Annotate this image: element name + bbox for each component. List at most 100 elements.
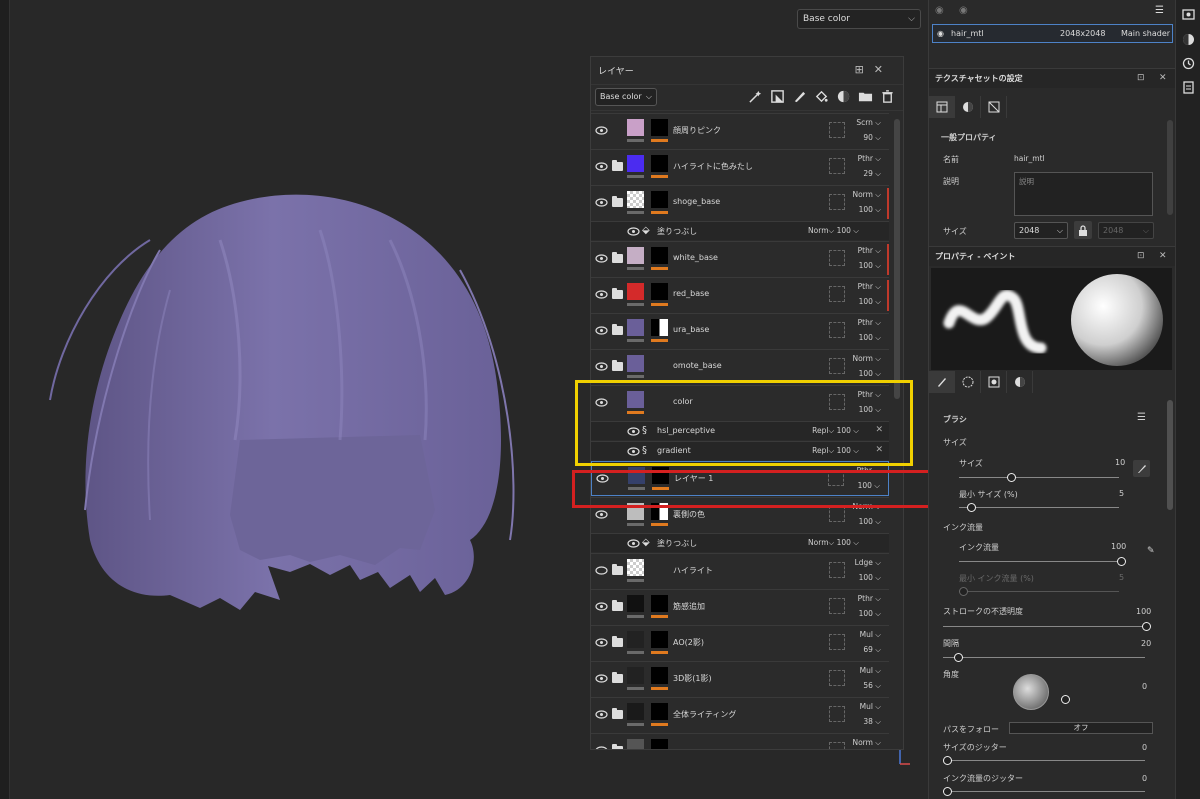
folder-icon[interactable] bbox=[612, 252, 623, 263]
dock-icon[interactable]: ⊡ bbox=[1137, 247, 1145, 266]
tab-material[interactable] bbox=[955, 96, 981, 118]
layer-row[interactable]: 顔周りピンク 90 ⌵ Scrn ⌵ bbox=[591, 113, 889, 148]
size-jitter-knob[interactable] bbox=[943, 756, 952, 765]
layer-row[interactable]: 全体ライティング 38 ⌵ Mul ⌵ bbox=[591, 697, 889, 732]
folder-icon[interactable] bbox=[612, 564, 623, 575]
opacity-value[interactable]: 69 ⌵ bbox=[849, 645, 881, 655]
remove-effect-icon[interactable]: ✕ bbox=[875, 425, 883, 435]
layer-row[interactable]: ハイライト 100 ⌵ Ldge ⌵ bbox=[591, 553, 889, 588]
eye-icon[interactable] bbox=[595, 196, 608, 209]
add-effect-button[interactable] bbox=[746, 87, 765, 106]
eye-icon[interactable] bbox=[595, 744, 608, 750]
tab-stencil[interactable] bbox=[981, 371, 1007, 393]
layer-row[interactable]: white_base 100 ⌵ Pthr ⌵ bbox=[591, 241, 889, 276]
layer-row[interactable]: color 100 ⌵ Pthr ⌵ bbox=[591, 385, 889, 420]
opacity-box[interactable] bbox=[829, 742, 845, 749]
flow-slider[interactable] bbox=[959, 561, 1121, 562]
dock-icon[interactable]: ⊡ bbox=[1137, 69, 1145, 88]
opacity-value[interactable]: 100 ⌵ bbox=[849, 369, 881, 379]
blend-mode[interactable]: Pthr ⌵ bbox=[849, 282, 881, 292]
brush-size-knob[interactable] bbox=[1007, 473, 1016, 482]
flow-jitter-knob[interactable] bbox=[943, 787, 952, 796]
eye-icon[interactable] bbox=[595, 160, 608, 173]
blend-mode[interactable]: Ldge ⌵ bbox=[849, 558, 881, 568]
dock-icon[interactable]: ⊞ bbox=[855, 63, 874, 76]
opacity-value[interactable]: 100 ⌵ bbox=[849, 573, 881, 583]
opacity-box[interactable] bbox=[829, 358, 845, 374]
folder-icon[interactable] bbox=[612, 672, 623, 683]
add-fill-layer-button[interactable] bbox=[812, 87, 831, 106]
eye-icon[interactable] bbox=[595, 124, 608, 137]
list-menu-icon[interactable]: ☰ bbox=[1137, 412, 1146, 423]
eye-icon[interactable] bbox=[595, 672, 608, 685]
folder-icon[interactable] bbox=[612, 600, 623, 611]
opacity-box[interactable] bbox=[829, 122, 845, 138]
layers-scrollbar[interactable] bbox=[894, 119, 900, 399]
hair-model[interactable] bbox=[40, 180, 540, 630]
opacity-value[interactable]: 100 ⌵ bbox=[849, 297, 881, 307]
layer-mask-thumbnail[interactable] bbox=[651, 155, 668, 172]
opacity-box[interactable] bbox=[829, 506, 845, 522]
layer-row[interactable]: ⌵Norm ⌵ bbox=[591, 733, 889, 750]
layer-mask-thumbnail[interactable] bbox=[652, 467, 669, 484]
blend-mode[interactable]: Repl⌵ 100 ⌵ bbox=[812, 446, 859, 456]
opacity-box[interactable] bbox=[829, 394, 845, 410]
opacity-box[interactable] bbox=[828, 470, 844, 486]
opacity-box[interactable] bbox=[829, 286, 845, 302]
spacing-knob[interactable] bbox=[954, 653, 963, 662]
blend-mode[interactable]: Mul ⌵ bbox=[849, 630, 881, 640]
log-icon[interactable] bbox=[1182, 81, 1195, 94]
textureset-item[interactable]: ◉ hair_mtl 2048x2048 Main shader bbox=[932, 24, 1173, 43]
opacity-value[interactable]: 100 ⌵ bbox=[849, 405, 881, 415]
lock-button[interactable] bbox=[1074, 221, 1092, 239]
opacity-value[interactable]: 56 ⌵ bbox=[849, 681, 881, 691]
close-icon[interactable]: ✕ bbox=[874, 63, 893, 76]
layer-effect-row[interactable]: § ✕ gradient Repl⌵ 100 ⌵ bbox=[591, 441, 889, 460]
eye-icon[interactable] bbox=[595, 708, 608, 721]
opacity-value[interactable]: 38 ⌵ bbox=[849, 717, 881, 727]
layer-row[interactable]: red_base 100 ⌵ Pthr ⌵ bbox=[591, 277, 889, 312]
opacity-box[interactable] bbox=[829, 706, 845, 722]
follow-path-select[interactable]: オフ bbox=[1009, 722, 1153, 734]
min-size-knob[interactable] bbox=[967, 503, 976, 512]
folder-open-icon[interactable] bbox=[612, 360, 623, 371]
blend-mode[interactable]: Scrn ⌵ bbox=[849, 118, 881, 128]
eye-icon[interactable] bbox=[595, 600, 608, 613]
layer-mask-thumbnail[interactable] bbox=[651, 283, 668, 300]
blend-mode[interactable]: Norm ⌵ bbox=[849, 738, 881, 748]
flow-knob[interactable] bbox=[1117, 557, 1126, 566]
viewport-channel-select[interactable]: Base color ⌵ bbox=[797, 9, 921, 29]
remove-effect-icon[interactable]: ✕ bbox=[875, 445, 883, 455]
opacity-box[interactable] bbox=[829, 194, 845, 210]
tab-brush[interactable] bbox=[929, 371, 955, 393]
opacity-value[interactable]: 100 ⌵ bbox=[849, 517, 881, 527]
opacity-box[interactable] bbox=[829, 598, 845, 614]
description-field[interactable]: 説明 bbox=[1014, 172, 1153, 216]
display-settings-icon[interactable] bbox=[1182, 33, 1195, 46]
eye-icon[interactable]: ◉ bbox=[935, 5, 944, 16]
folder-icon[interactable] bbox=[612, 744, 623, 749]
folder-icon[interactable] bbox=[612, 160, 623, 171]
stroke-opacity-slider[interactable] bbox=[943, 626, 1145, 627]
opacity-box[interactable] bbox=[829, 634, 845, 650]
opacity-value[interactable]: 100 bbox=[837, 446, 851, 455]
settings-scrollbar[interactable] bbox=[1167, 120, 1173, 215]
blend-mode[interactable]: Mul ⌵ bbox=[849, 702, 881, 712]
opacity-box[interactable] bbox=[829, 322, 845, 338]
eye-icon[interactable] bbox=[595, 360, 608, 373]
eye-icon[interactable] bbox=[595, 324, 608, 337]
layer-row[interactable]: AO(2影) 69 ⌵ Mul ⌵ bbox=[591, 625, 889, 660]
folder-icon[interactable] bbox=[612, 324, 623, 335]
eye-icon[interactable] bbox=[627, 445, 640, 458]
eye-icon[interactable] bbox=[627, 537, 640, 550]
size-jitter-slider[interactable] bbox=[943, 760, 1145, 761]
layer-mask-thumbnail[interactable] bbox=[651, 503, 668, 520]
layer-row[interactable]: shoge_base 100 ⌵ Norm ⌵ bbox=[591, 185, 889, 220]
eye-icon[interactable] bbox=[627, 425, 640, 438]
opacity-value[interactable]: 100 bbox=[837, 226, 851, 235]
folder-icon[interactable] bbox=[612, 288, 623, 299]
opacity-value[interactable]: 100 ⌵ bbox=[849, 205, 881, 215]
add-mask-button[interactable] bbox=[768, 87, 787, 106]
opacity-value[interactable]: 100 bbox=[837, 426, 851, 435]
eye-icon[interactable] bbox=[627, 225, 640, 238]
